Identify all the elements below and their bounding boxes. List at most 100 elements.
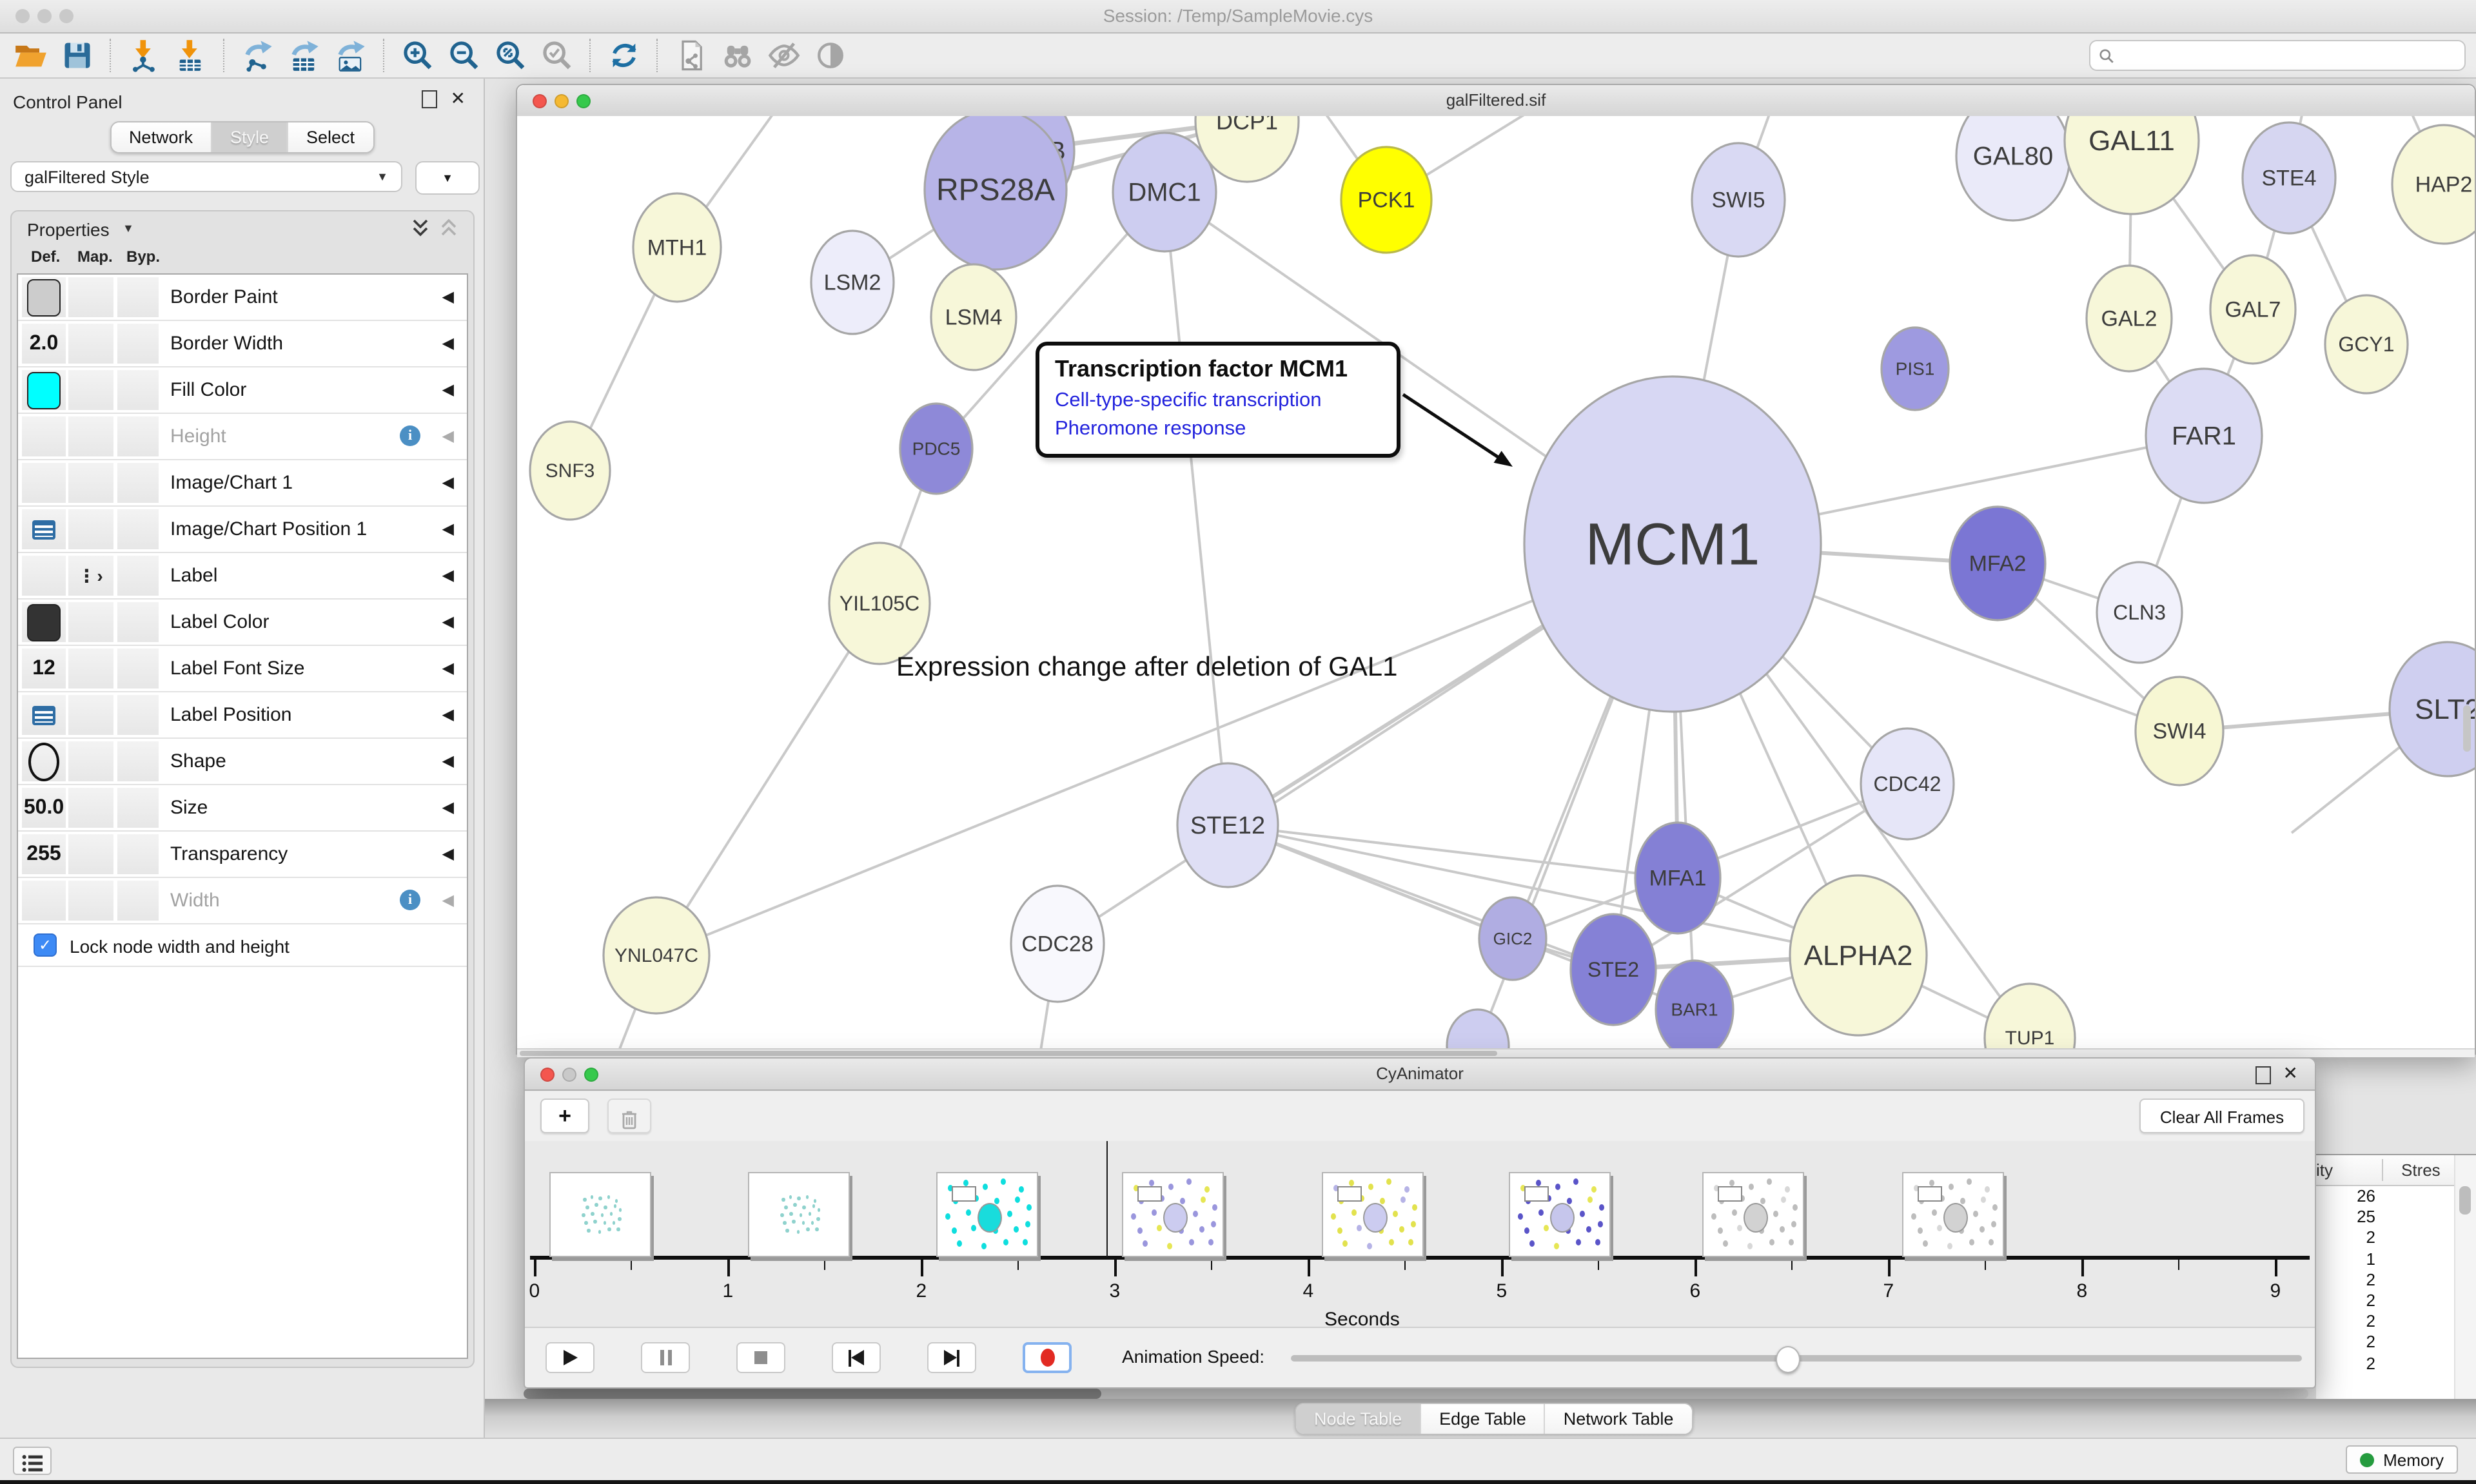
node-MTH1[interactable]: MTH1	[633, 193, 721, 302]
style-options-button[interactable]: ▼	[415, 161, 480, 195]
table-row[interactable]: 25	[2316, 1207, 2375, 1227]
expand-all-icon[interactable]	[440, 218, 458, 239]
expand-row-icon[interactable]: ◀	[442, 473, 454, 491]
playhead[interactable]	[1106, 1141, 1108, 1257]
play-button[interactable]	[545, 1342, 594, 1373]
expand-row-icon[interactable]: ◀	[442, 288, 454, 306]
frame-thumbnail-4[interactable]	[1122, 1172, 1224, 1257]
node-PCK1[interactable]: PCK1	[1341, 147, 1431, 253]
vertical-scrollbar-thumb[interactable]	[2463, 705, 2471, 752]
node-CDC28[interactable]: CDC28	[1011, 886, 1104, 1002]
property-row-border-paint[interactable]: Border Paint◀	[18, 275, 467, 321]
node-STE12[interactable]: STE12	[1177, 763, 1278, 887]
expand-row-icon[interactable]: ◀	[442, 891, 454, 909]
node-GAL11[interactable]: GAL11	[2065, 116, 2199, 214]
property-row-image-chart-position-1[interactable]: Image/Chart Position 1◀	[18, 507, 467, 553]
skip-end-button[interactable]	[927, 1342, 976, 1373]
zoom-out-button[interactable]	[442, 36, 486, 75]
frame-thumbnail-6[interactable]	[1509, 1172, 1611, 1257]
property-row-label-position[interactable]: Label Position◀	[18, 692, 467, 739]
properties-header[interactable]: Properties ▼	[12, 211, 473, 245]
import-table-button[interactable]	[169, 36, 213, 75]
node-ALPHA2[interactable]: ALPHA2	[1790, 875, 1927, 1035]
expand-row-icon[interactable]: ◀	[442, 612, 454, 630]
expand-row-icon[interactable]: ◀	[442, 752, 454, 770]
first-neighbors-button[interactable]	[716, 36, 760, 75]
node-CDC42[interactable]: CDC42	[1861, 728, 1954, 839]
node-MCM1[interactable]: MCM1	[1524, 376, 1821, 712]
table-row[interactable]: 2	[2316, 1311, 2375, 1332]
node-LSM4[interactable]: LSM4	[931, 264, 1016, 370]
property-row-transparency[interactable]: 255Transparency◀	[18, 832, 467, 878]
table-vertical-scrollbar[interactable]	[2454, 1155, 2476, 1399]
property-row-image-chart-1[interactable]: Image/Chart 1◀	[18, 460, 467, 507]
property-row-fill-color[interactable]: Fill Color◀	[18, 367, 467, 414]
tab-network[interactable]: Network	[111, 122, 211, 152]
save-session-button[interactable]	[55, 36, 99, 75]
tab-edge-table[interactable]: Edge Table	[1420, 1404, 1544, 1434]
clear-all-frames-button[interactable]: Clear All Frames	[2139, 1098, 2304, 1133]
table-row[interactable]: 2	[2316, 1353, 2375, 1374]
panel-close-icon[interactable]: ✕	[2283, 1062, 2298, 1084]
table-row[interactable]: 26	[2316, 1186, 2375, 1207]
hide-selection-button[interactable]	[762, 36, 806, 75]
table-row[interactable]: 2	[2316, 1270, 2375, 1291]
property-row-label[interactable]: ⋮›Label◀	[18, 553, 467, 600]
style-select[interactable]: galFiltered Style ▼	[10, 161, 402, 192]
node-GAL2[interactable]: GAL2	[2087, 266, 2172, 371]
open-session-button[interactable]	[9, 36, 53, 75]
panel-close-icon[interactable]: ✕	[451, 88, 466, 110]
expand-row-icon[interactable]: ◀	[442, 705, 454, 723]
network-window-titlebar[interactable]: galFiltered.sif	[517, 85, 2475, 117]
node-GAL7[interactable]: GAL7	[2210, 255, 2295, 364]
node-SLT2[interactable]: SLT2	[2390, 642, 2475, 776]
expand-row-icon[interactable]: ◀	[442, 798, 454, 816]
property-row-label-color[interactable]: Label Color◀	[18, 600, 467, 646]
node-LSM2[interactable]: LSM2	[811, 231, 894, 334]
pause-button[interactable]	[641, 1342, 690, 1373]
table-horizontal-scrollbar[interactable]	[524, 1389, 2308, 1399]
property-row-size[interactable]: 50.0Size◀	[18, 785, 467, 832]
scrollbar-thumb[interactable]	[520, 1051, 1497, 1056]
table-row[interactable]: 2	[2316, 1291, 2375, 1311]
panel-float-icon[interactable]	[2255, 1066, 2271, 1084]
table-column-header[interactable]: ity	[2316, 1160, 2339, 1180]
add-frame-button[interactable]: +	[540, 1098, 589, 1133]
task-history-button[interactable]	[13, 1447, 52, 1475]
speed-slider-knob[interactable]	[1776, 1346, 1800, 1373]
caption-annotation[interactable]: Expression change after deletion of GAL1	[896, 652, 1398, 683]
node-unlabeled[interactable]	[1447, 1010, 1509, 1048]
node-MFA1[interactable]: MFA1	[1635, 823, 1720, 933]
import-network-button[interactable]	[123, 36, 166, 75]
speed-slider[interactable]	[1291, 1355, 2302, 1362]
frame-thumbnail-3[interactable]	[936, 1172, 1038, 1257]
expand-row-icon[interactable]: ◀	[442, 659, 454, 677]
export-image-button[interactable]	[329, 36, 373, 75]
frame-thumbnail-1[interactable]	[549, 1172, 651, 1257]
node-DMC1[interactable]: DMC1	[1113, 133, 1216, 251]
node-STE2[interactable]: STE2	[1571, 914, 1656, 1025]
frame-thumbnail-2[interactable]	[748, 1172, 850, 1257]
timeline[interactable]: 0123456789 Seconds	[525, 1141, 2315, 1331]
lock-checkbox[interactable]: ✓	[34, 933, 57, 957]
refresh-button[interactable]	[602, 36, 646, 75]
node-SWI4[interactable]: SWI4	[2136, 677, 2223, 785]
frame-thumbnail-5[interactable]	[1322, 1172, 1424, 1257]
panel-float-icon[interactable]	[422, 90, 437, 108]
node-YNL047C[interactable]: YNL047C	[604, 897, 709, 1013]
node-STE4[interactable]: STE4	[2243, 122, 2335, 233]
tab-node-table[interactable]: Node Table	[1296, 1404, 1420, 1434]
tab-select[interactable]: Select	[287, 122, 373, 152]
tab-style[interactable]: Style	[211, 122, 287, 152]
node-FAR1[interactable]: FAR1	[2146, 369, 2262, 503]
network-from-selection-button[interactable]	[669, 36, 713, 75]
scrollbar-thumb[interactable]	[524, 1389, 1101, 1399]
property-row-border-width[interactable]: 2.0Border Width◀	[18, 321, 467, 367]
annotation-link[interactable]: Pheromone response	[1055, 415, 1381, 444]
record-button[interactable]	[1023, 1342, 1072, 1373]
export-network-button[interactable]	[236, 36, 280, 75]
expand-row-icon[interactable]: ◀	[442, 334, 454, 352]
zoom-in-button[interactable]	[396, 36, 440, 75]
property-row-width[interactable]: Widthi◀	[18, 878, 467, 924]
frame-thumbnail-7[interactable]	[1702, 1172, 1804, 1257]
